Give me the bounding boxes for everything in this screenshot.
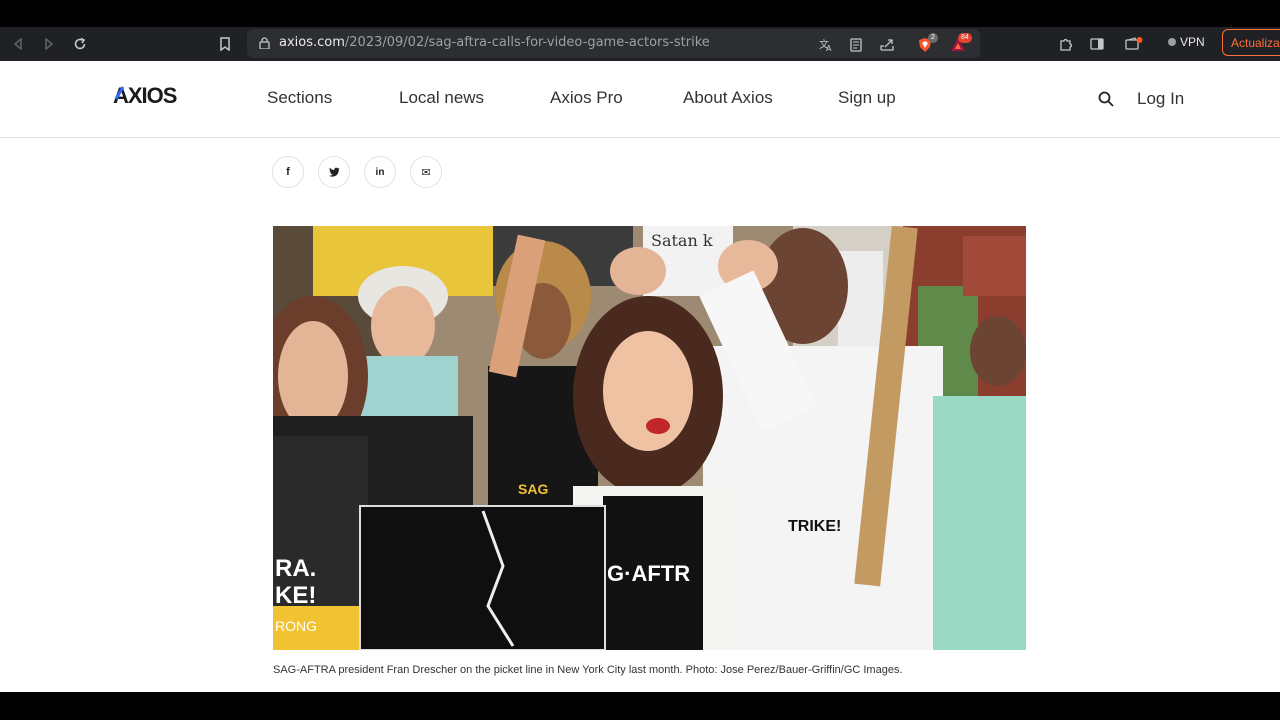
url-domain: axios.com	[279, 35, 345, 50]
vpn-label: VPN	[1180, 35, 1205, 49]
nav-sign-up[interactable]: Sign up	[838, 88, 896, 108]
translate-icon[interactable]: 文A	[816, 35, 836, 55]
reader-mode-icon[interactable]	[846, 35, 866, 55]
address-bar[interactable]: axios.com/2023/09/02/sag-aftra-calls-for…	[247, 29, 980, 58]
wallet-icon[interactable]	[1124, 34, 1144, 54]
sign-left-text-3: RONG	[275, 618, 317, 634]
rewards-badge: 84	[958, 33, 972, 43]
twitter-share-button[interactable]	[318, 156, 350, 188]
vpn-button[interactable]: VPN	[1168, 35, 1205, 49]
nav-axios-pro[interactable]: Axios Pro	[550, 88, 623, 108]
email-share-button[interactable]: ✉	[410, 156, 442, 188]
search-icon[interactable]	[1098, 91, 1114, 107]
twitter-icon	[328, 167, 339, 177]
email-icon: ✉	[421, 166, 431, 179]
sign-left-text-1: RA.	[275, 555, 316, 582]
protest-photo-illustration: Satan k SAG TRIKE! G·AFTR RA. KE! RONG	[273, 226, 1026, 650]
login-link[interactable]: Log In	[1137, 89, 1184, 109]
vpn-status-icon	[1168, 38, 1176, 46]
web-page: AXIOS Sections Local news Axios Pro Abou…	[0, 61, 1280, 692]
browser-toolbar: axios.com/2023/09/02/sag-aftra-calls-for…	[0, 27, 1280, 61]
nav-about-axios[interactable]: About Axios	[683, 88, 773, 108]
banner-top-text: Satan k	[651, 231, 713, 250]
share-page-icon[interactable]	[877, 35, 897, 55]
linkedin-share-button[interactable]: in	[364, 156, 396, 188]
nav-local-news[interactable]: Local news	[399, 88, 484, 108]
back-icon[interactable]	[5, 31, 31, 57]
screen-bottom-border	[0, 692, 1280, 720]
article-hero-photo: Satan k SAG TRIKE! G·AFTR RA. KE! RONG	[273, 226, 1026, 650]
photo-caption: SAG-AFTRA president Fran Drescher on the…	[273, 664, 903, 676]
shirt-text: G·AFTR	[607, 561, 690, 586]
sign-left-text-2: KE!	[275, 582, 316, 609]
extensions-icon[interactable]	[1056, 34, 1076, 54]
bookmark-icon[interactable]	[212, 31, 238, 57]
screen-top-border	[0, 0, 1280, 27]
shields-badge: 2	[928, 33, 938, 43]
facebook-icon: f	[286, 166, 290, 178]
sag-shirt-text: SAG	[518, 481, 548, 497]
svg-text:A: A	[826, 44, 832, 52]
lock-icon	[259, 37, 270, 49]
linkedin-icon: in	[375, 166, 385, 178]
axios-logo[interactable]: AXIOS	[113, 83, 185, 113]
facebook-share-button[interactable]: f	[272, 156, 304, 188]
axios-logo-mark: AXIOS	[113, 83, 178, 108]
reload-icon[interactable]	[67, 31, 93, 57]
svg-text:AXIOS: AXIOS	[113, 83, 177, 107]
update-button[interactable]: Actualizar	[1222, 29, 1280, 56]
url-path: /2023/09/02/sag-aftra-calls-for-video-ga…	[344, 35, 710, 50]
site-header: AXIOS Sections Local news Axios Pro Abou…	[0, 61, 1280, 138]
nav-sections[interactable]: Sections	[267, 88, 332, 108]
sidebar-toggle-icon[interactable]	[1087, 34, 1107, 54]
sign-right-text: TRIKE!	[788, 518, 841, 535]
url-text: axios.com/2023/09/02/sag-aftra-calls-for…	[279, 35, 710, 50]
forward-icon[interactable]	[36, 31, 62, 57]
